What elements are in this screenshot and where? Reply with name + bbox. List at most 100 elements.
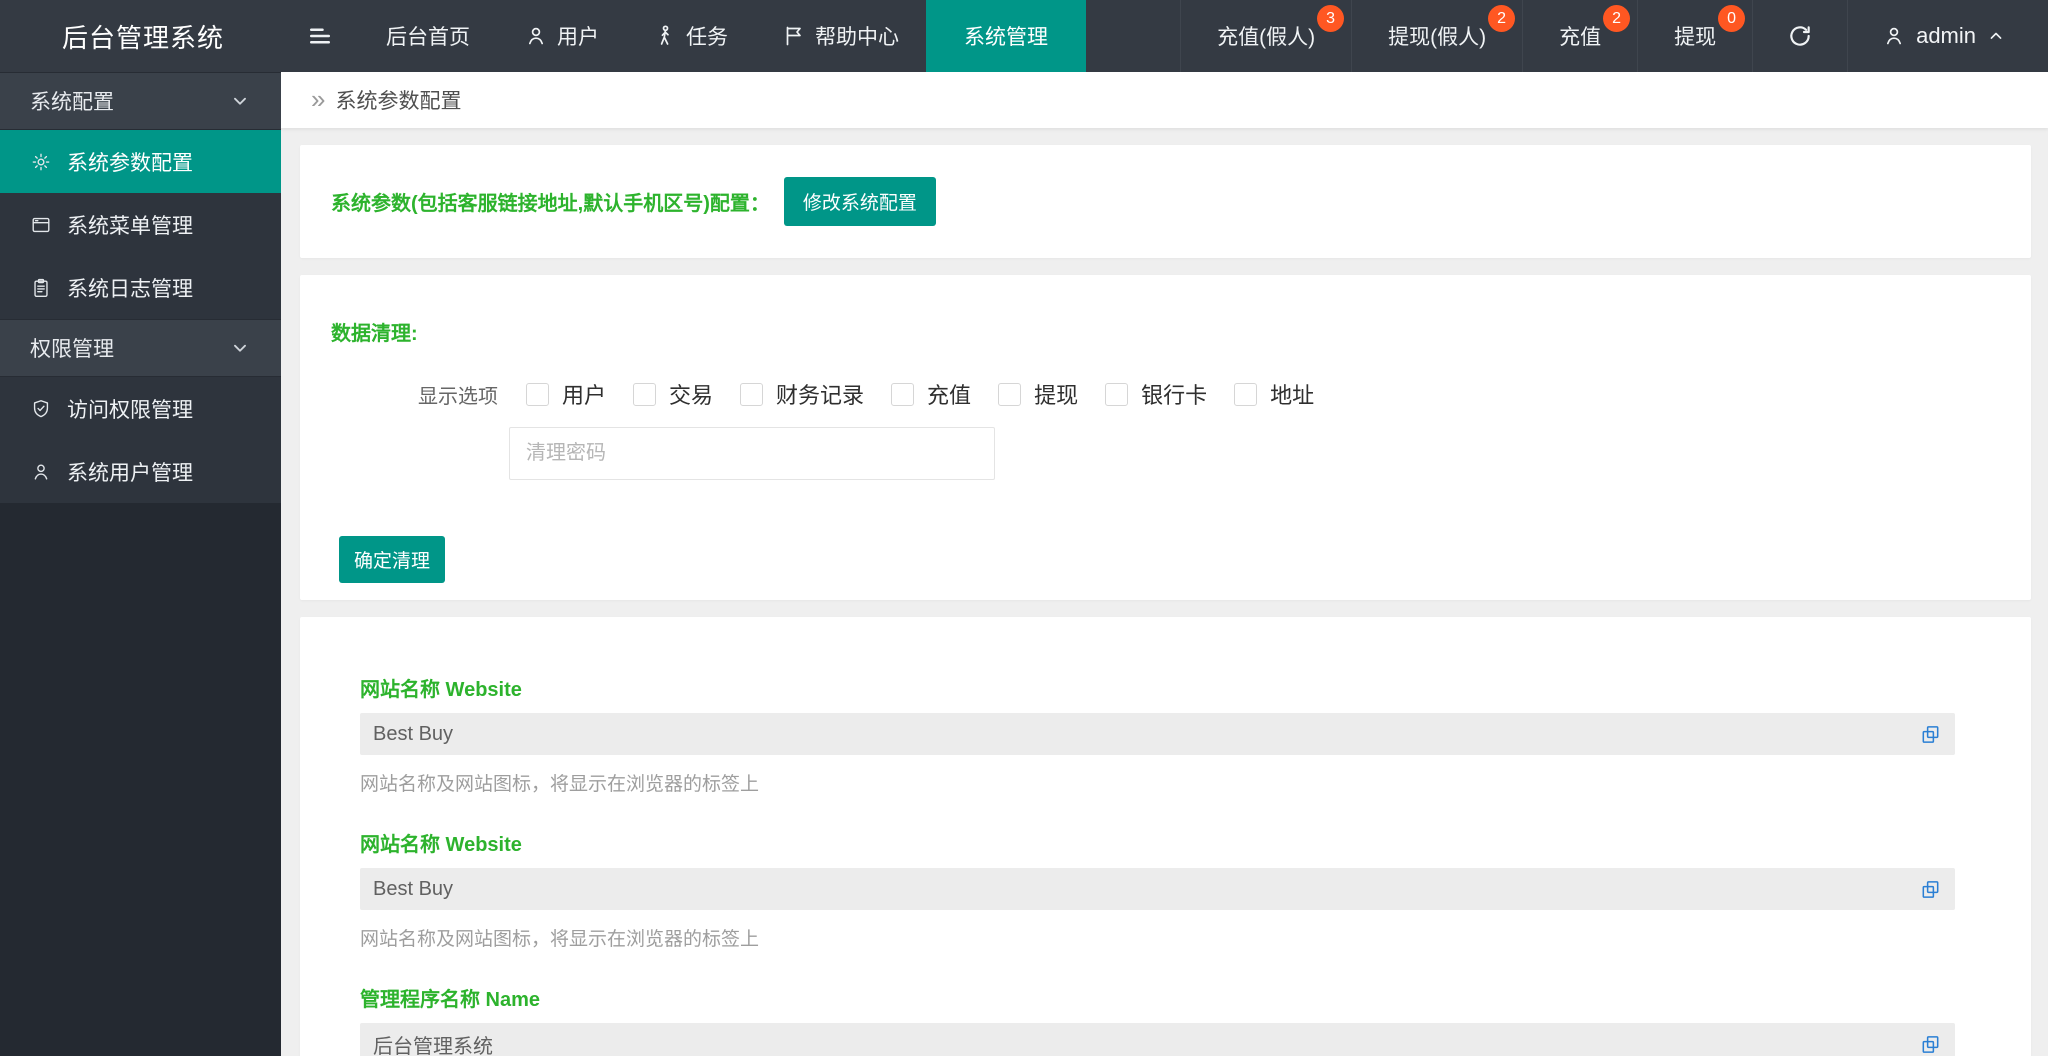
app-title: 后台管理系统 [0, 0, 281, 72]
group-label: 系统配置 [30, 86, 114, 116]
checkbox-label: 交易 [669, 378, 713, 410]
quick-label: 充值(假人) [1217, 21, 1315, 51]
sidebar-filler [0, 503, 281, 1056]
checkbox-group-bankcard[interactable]: 银行卡 [1105, 378, 1207, 410]
topbar: 后台管理系统 后台首页 用户 任务 [0, 0, 2048, 72]
notification-badge: 3 [1317, 5, 1344, 32]
panel-site-settings: 网站名称 Website 网站名称及网站图标，将显示在浏览器的标签上 网站名称 … [300, 617, 2031, 1056]
nav-label: 任务 [686, 21, 728, 51]
nav-label: 后台首页 [386, 21, 470, 51]
checkbox-label: 用户 [562, 378, 606, 410]
checkbox-group-users[interactable]: 用户 [526, 378, 606, 410]
panel-data-clean: 数据清理: 显示选项 用户 交易 财务记录 [300, 275, 2031, 600]
quick-item-recharge-fake[interactable]: 充值(假人) 3 [1180, 0, 1351, 72]
checkbox-group-recharge[interactable]: 充值 [891, 378, 971, 410]
field-website-name-2: 网站名称 Website 网站名称及网站图标，将显示在浏览器的标签上 [360, 828, 1955, 951]
checkbox-label: 充值 [927, 378, 971, 410]
modify-system-config-button[interactable]: 修改系统配置 [784, 177, 936, 226]
notification-badge: 2 [1603, 5, 1630, 32]
nav-item-system-active[interactable]: 系统管理 [926, 0, 1086, 72]
admin-name-input[interactable] [373, 1033, 1919, 1056]
quick-item-recharge[interactable]: 充值 2 [1522, 0, 1637, 72]
checkbox[interactable] [891, 383, 914, 406]
panel-system-params: 系统参数(包括客服链接地址,默认手机区号)配置： 修改系统配置 [300, 145, 2031, 258]
confirm-clean-button[interactable]: 确定清理 [339, 536, 445, 583]
sidebar-item-label: 系统菜单管理 [67, 210, 193, 240]
quick-item-withdraw-fake[interactable]: 提现(假人) 2 [1351, 0, 1522, 72]
nav-label: 帮助中心 [815, 21, 899, 51]
chevron-down-icon [229, 90, 251, 112]
main-content: » 系统参数配置 系统参数(包括客服链接地址,默认手机区号)配置： 修改系统配置… [281, 72, 2048, 1056]
checkbox-group-address[interactable]: 地址 [1234, 378, 1314, 410]
nav-item-tasks[interactable]: 任务 [626, 0, 755, 72]
walker-icon [653, 24, 677, 48]
website-name-input[interactable] [373, 723, 1919, 746]
content-area: 系统参数(包括客服链接地址,默认手机区号)配置： 修改系统配置 数据清理: 显示… [281, 128, 2048, 1056]
field-label: 网站名称 Website [360, 828, 1955, 857]
checkbox[interactable] [1234, 383, 1257, 406]
sidebar-item-label: 访问权限管理 [67, 394, 193, 424]
chevron-up-icon [1986, 26, 2006, 46]
sidebar-item-system-users[interactable]: 系统用户管理 [0, 440, 281, 503]
nav-item-help-center[interactable]: 帮助中心 [755, 0, 926, 72]
nav-item-home[interactable]: 后台首页 [359, 0, 497, 72]
field-label: 管理程序名称 Name [360, 983, 1955, 1012]
checkbox[interactable] [1105, 383, 1128, 406]
field-help-text: 网站名称及网站图标，将显示在浏览器的标签上 [360, 924, 1955, 951]
sidebar-item-label: 系统参数配置 [67, 147, 193, 177]
website-name-input[interactable] [373, 878, 1919, 901]
checkbox-label: 地址 [1270, 378, 1314, 410]
nav-label: 用户 [557, 21, 599, 51]
field-input-wrap [360, 713, 1955, 755]
user-icon [1882, 24, 1906, 48]
data-clean-title: 数据清理: [331, 317, 2031, 346]
checkbox-group-withdraw[interactable]: 提现 [998, 378, 1078, 410]
window-icon [30, 214, 52, 236]
quick-label: 提现(假人) [1388, 21, 1486, 51]
gear-icon [30, 151, 52, 173]
copy-icon[interactable] [1919, 723, 1942, 746]
checkbox-label: 财务记录 [776, 378, 864, 410]
sidebar-item-system-params[interactable]: 系统参数配置 [0, 130, 281, 193]
nav-label: 系统管理 [964, 21, 1048, 51]
checkbox-group-finance-records[interactable]: 财务记录 [740, 378, 864, 410]
user-menu[interactable]: admin [1847, 0, 2048, 72]
checkbox[interactable] [740, 383, 763, 406]
checkbox-label: 提现 [1034, 378, 1078, 410]
field-input-wrap [360, 1023, 1955, 1056]
field-website-name-1: 网站名称 Website 网站名称及网站图标，将显示在浏览器的标签上 [360, 673, 1955, 796]
clean-password-input[interactable] [509, 427, 995, 480]
copy-icon[interactable] [1919, 878, 1942, 901]
breadcrumb: » 系统参数配置 [281, 72, 2048, 128]
user-icon [30, 461, 52, 483]
checkbox-label: 银行卡 [1141, 378, 1207, 410]
sidebar-item-system-menu[interactable]: 系统菜单管理 [0, 193, 281, 256]
system-params-label: 系统参数(包括客服链接地址,默认手机区号)配置： [331, 187, 770, 216]
clipboard-icon [30, 277, 52, 299]
sidebar-group-system-config[interactable]: 系统配置 [0, 72, 281, 130]
sidebar-item-system-log[interactable]: 系统日志管理 [0, 256, 281, 319]
user-name: admin [1916, 23, 1976, 49]
sidebar-item-label: 系统日志管理 [67, 273, 193, 303]
quick-item-withdraw[interactable]: 提现 0 [1637, 0, 1752, 72]
sidebar-item-label: 系统用户管理 [67, 457, 193, 487]
checkbox[interactable] [633, 383, 656, 406]
checkbox[interactable] [998, 383, 1021, 406]
field-help-text: 网站名称及网站图标，将显示在浏览器的标签上 [360, 769, 1955, 796]
options-label: 显示选项 [418, 380, 498, 409]
sidebar-toggle-button[interactable] [281, 0, 359, 72]
checkbox[interactable] [526, 383, 549, 406]
sidebar: 系统配置 系统参数配置 系统菜单管理 [0, 72, 281, 1056]
sidebar-group-permissions[interactable]: 权限管理 [0, 319, 281, 377]
checkbox-group-trades[interactable]: 交易 [633, 378, 713, 410]
copy-icon[interactable] [1919, 1033, 1942, 1056]
clean-options-row: 显示选项 用户 交易 财务记录 [418, 378, 2031, 410]
refresh-icon [1787, 23, 1813, 49]
sidebar-item-access-permission[interactable]: 访问权限管理 [0, 377, 281, 440]
nav-item-users[interactable]: 用户 [497, 0, 626, 72]
user-icon [524, 24, 548, 48]
chevron-down-icon [229, 337, 251, 359]
quick-label: 提现 [1674, 21, 1716, 51]
refresh-button[interactable] [1752, 0, 1847, 72]
hamburger-icon [305, 21, 335, 51]
